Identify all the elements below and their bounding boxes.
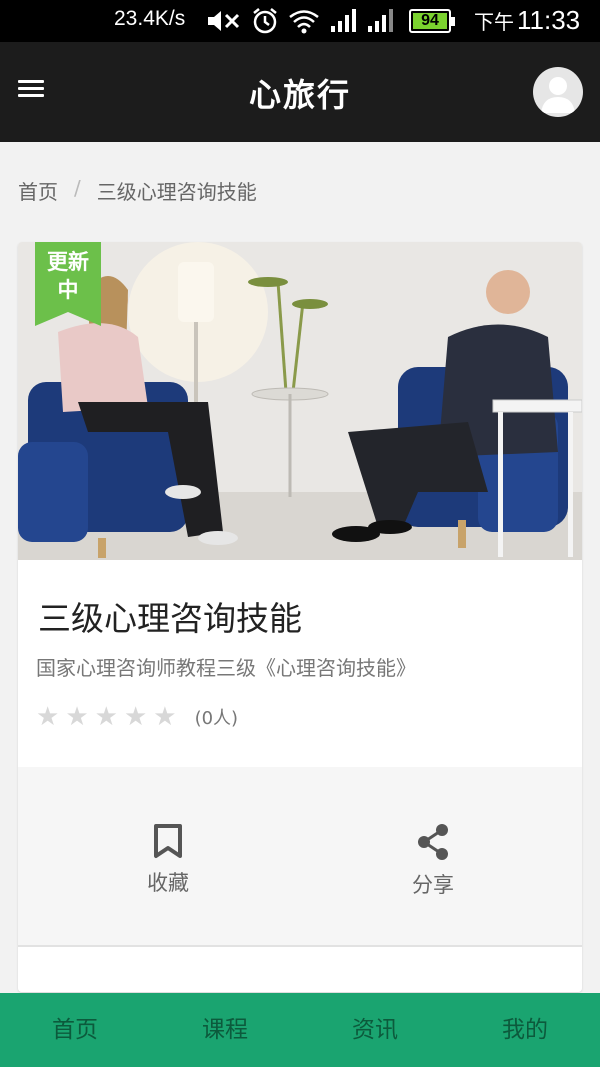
star-icon[interactable]: ★: [124, 702, 147, 732]
star-icon[interactable]: ★: [153, 702, 176, 732]
app-title: 心旅行: [248, 76, 351, 114]
next-card-peek: [18, 964, 582, 992]
clock: 下午 11:33: [474, 5, 581, 35]
wifi-icon: [289, 10, 319, 34]
share-label: 分享: [412, 873, 454, 897]
rating: ★ ★ ★ ★ ★ (0人): [36, 702, 238, 732]
battery-icon: 94: [409, 9, 455, 33]
user-avatar-icon[interactable]: [533, 67, 583, 117]
course-cover-image[interactable]: 更新 中: [18, 242, 582, 560]
breadcrumb: 首页 / 三级心理咨询技能: [18, 176, 257, 205]
signal-icon-2: [368, 9, 393, 32]
status-icons: 94: [206, 6, 455, 36]
star-icon[interactable]: ★: [36, 702, 59, 732]
alarm-icon: [253, 8, 277, 34]
course-description: 国家心理咨询师教程三级《心理咨询技能》: [36, 656, 416, 680]
course-title: 三级心理咨询技能: [38, 599, 302, 638]
breadcrumb-current: 三级心理咨询技能: [96, 180, 257, 204]
signal-icon: [331, 9, 356, 32]
nav-courses[interactable]: 课程: [150, 993, 300, 1067]
share-button[interactable]: 分享: [373, 823, 493, 899]
star-icon[interactable]: ★: [65, 702, 88, 732]
update-badge: 更新 中: [35, 242, 101, 326]
app-header: 心旅行: [0, 42, 600, 142]
breadcrumb-home[interactable]: 首页: [18, 176, 58, 205]
nav-news[interactable]: 资讯: [300, 993, 450, 1067]
nav-home[interactable]: 首页: [0, 993, 150, 1067]
nav-mine[interactable]: 我的: [450, 993, 600, 1067]
collect-button[interactable]: 收藏: [108, 823, 228, 897]
net-speed: 23.4K/s: [114, 7, 186, 30]
battery-level: 94: [421, 12, 439, 29]
course-card: 更新 中 三级心理咨询技能 国家心理咨询师教程三级《心理咨询技能》 ★ ★ ★ …: [18, 242, 582, 992]
badge-label: 更新 中: [47, 250, 89, 302]
share-icon: [418, 824, 448, 860]
action-bar: 收藏 分享: [18, 767, 582, 947]
status-bar: 23.4K/s 94 下午 11:33: [0, 0, 600, 42]
breadcrumb-separator: /: [74, 176, 81, 200]
bookmark-icon: [154, 824, 182, 858]
mute-icon: [208, 11, 240, 31]
star-icon[interactable]: ★: [95, 702, 118, 732]
collect-label: 收藏: [147, 871, 189, 895]
rating-count: (0人): [194, 708, 239, 729]
bottom-nav: 首页 课程 资讯 我的: [0, 993, 600, 1067]
